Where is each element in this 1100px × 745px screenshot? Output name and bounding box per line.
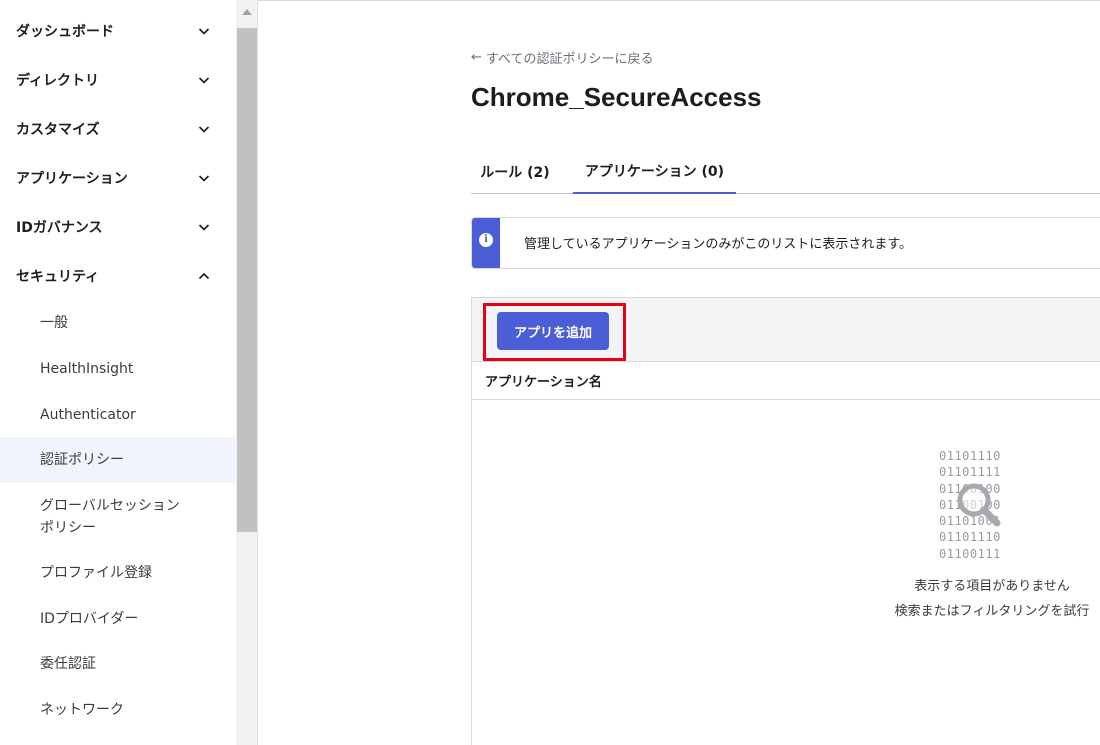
back-link-label: すべての認証ポリシーに戻る [485, 52, 654, 67]
chevron-down-icon [196, 121, 212, 137]
sidebar-item-id-governance[interactable]: IDガバナンス [0, 203, 236, 251]
sidebar-item-authentication-policies[interactable]: 認証ポリシー [0, 437, 236, 483]
sidebar-item-healthinsight[interactable]: HealthInsight [0, 346, 236, 392]
info-callout: i 管理しているアプリケーションのみがこのリストに表示されます。 [471, 217, 1100, 269]
sidebar-item-profile-enrollment[interactable]: プロファイル登録 [0, 550, 236, 596]
sidebar-item-global-session-policy[interactable]: グローバルセッション ポリシー [0, 492, 236, 542]
sidebar-item-label: 認証ポリシー [40, 452, 124, 468]
sidebar-item-label: グローバルセッション ポリシー [40, 498, 180, 536]
arrow-left-icon: ← [471, 50, 482, 65]
empty-state-title: 表示する項目がありません [914, 579, 1070, 594]
sidebar-item-label: ネットワーク [40, 702, 124, 718]
sidebar-item-label: Authenticator [40, 407, 136, 423]
sidebar-item-directory[interactable]: ディレクトリ [0, 56, 236, 104]
sidebar-item-label: IDプロバイダー [40, 611, 139, 627]
tab-applications[interactable]: アプリケーション (0) [573, 150, 736, 194]
sidebar: ダッシュボード ディレクトリ カスタマイズ アプリケーション IDガバナンス セ… [0, 0, 236, 745]
tab-label: アプリケーション (0) [584, 164, 725, 180]
sidebar-item-authenticator[interactable]: Authenticator [0, 392, 236, 438]
chevron-down-icon [196, 219, 212, 235]
empty-state-subtitle: 検索またはフィルタリングを試行 [894, 604, 1090, 619]
sidebar-item-label: カスタマイズ [16, 122, 100, 138]
tab-label: ルール (2) [480, 164, 550, 181]
sidebar-item-dashboard[interactable]: ダッシュボード [0, 7, 236, 55]
info-callout-message: 管理しているアプリケーションのみがこのリストに表示されます。 [524, 237, 913, 252]
binary-line: 01101111 [939, 465, 1001, 480]
chevron-up-icon [196, 268, 212, 284]
sidebar-item-customize[interactable]: カスタマイズ [0, 105, 236, 153]
sidebar-scrollbar[interactable] [236, 0, 258, 745]
tab-bar: ルール (2) アプリケーション (0) [471, 150, 1100, 194]
sidebar-item-label: IDガバナンス [16, 220, 103, 236]
sidebar-item-label: プロファイル登録 [40, 565, 152, 581]
sidebar-item-label: HealthInsight [40, 361, 134, 377]
sidebar-item-label: セキュリティ [16, 269, 100, 285]
sidebar-item-delegated-authentication[interactable]: 委任認証 [0, 641, 236, 687]
scrollbar-thumb[interactable] [237, 28, 257, 532]
sidebar-item-label: 委任認証 [40, 656, 96, 672]
sidebar-item-label: 一般 [40, 315, 68, 331]
sidebar-item-general[interactable]: 一般 [0, 300, 236, 346]
top-divider [258, 0, 1100, 1]
sidebar-item-security[interactable]: セキュリティ [0, 252, 236, 300]
chevron-down-icon [196, 170, 212, 186]
scroll-up-arrow-icon[interactable] [236, 0, 258, 24]
chevron-down-icon [196, 72, 212, 88]
info-icon: i [479, 233, 493, 247]
sidebar-item-label: ダッシュボード [16, 24, 114, 40]
sidebar-item-label: アプリケーション [16, 171, 128, 187]
info-callout-bar: i [472, 218, 500, 268]
sidebar-item-identity-providers[interactable]: IDプロバイダー [0, 596, 236, 642]
add-app-button[interactable]: アプリを追加 [497, 312, 609, 350]
tab-rules[interactable]: ルール (2) [471, 150, 559, 193]
binary-line: 01100111 [939, 546, 1001, 561]
binary-line: 01101110 [939, 449, 1001, 463]
chevron-down-icon [196, 23, 212, 39]
sidebar-item-applications[interactable]: アプリケーション [0, 154, 236, 202]
sidebar-item-networks[interactable]: ネットワーク [0, 687, 236, 733]
page-title: Chrome_SecureAccess [471, 82, 762, 112]
column-header-application-name[interactable]: アプリケーション名 [472, 362, 1100, 400]
table-toolbar: アプリを追加 [472, 298, 1100, 362]
back-to-policies-link[interactable]: ← すべての認証ポリシーに戻る [471, 48, 653, 67]
applications-table: アプリを追加 アプリケーション名 01101110 01101111 01100… [471, 297, 1100, 745]
magnifier-icon [957, 483, 1001, 527]
sidebar-item-label: ディレクトリ [16, 73, 100, 89]
